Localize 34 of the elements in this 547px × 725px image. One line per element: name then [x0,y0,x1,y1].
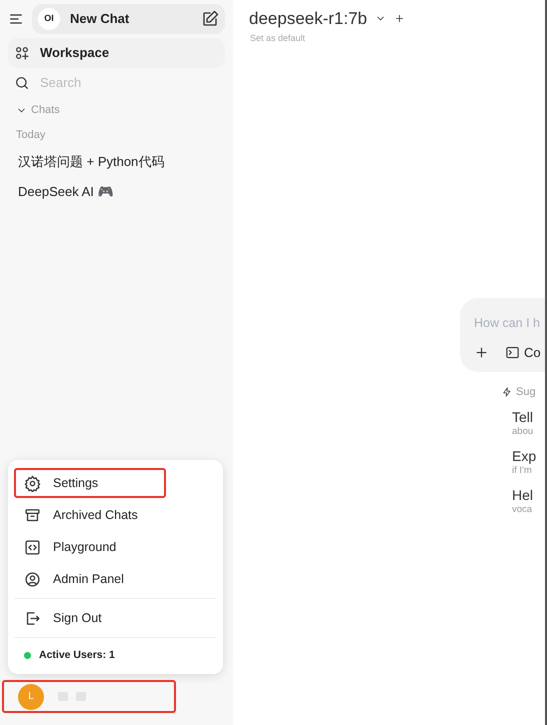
lightning-icon [502,387,512,398]
suggestion-item[interactable]: Exp if I'm [512,448,536,479]
suggested-heading: Sug [516,385,536,400]
chat-item[interactable]: DeepSeek AI 🎮 [8,176,225,206]
plus-icon [474,345,489,360]
active-users-label: Active Users: 1 [39,648,115,663]
terminal-icon [505,345,520,360]
grid-icon [14,45,30,61]
avatar: L [18,684,44,710]
edit-icon [201,10,219,28]
suggestion-item[interactable]: Hel voca [512,486,536,518]
search-field[interactable]: Search [40,73,190,93]
user-circle-icon [24,570,41,588]
model-selector[interactable]: deepseek-r1:7b [249,6,368,32]
gear-icon [24,474,41,492]
tool-button[interactable]: Co [505,343,541,362]
code-icon [24,538,41,556]
menu-item[interactable]: Settings [14,468,166,498]
menu-item[interactable]: Playground [14,532,217,562]
new-chat-label: New Chat [70,10,130,28]
menu-item[interactable]: Admin Panel [14,564,217,594]
plus-icon [394,13,406,24]
chat-item[interactable]: 汉诺塔问题 + Python代码 [8,147,225,176]
menu-item[interactable]: Sign Out [14,603,217,633]
menu-item[interactable]: Archived Chats [14,500,217,530]
archive-box-icon [24,506,41,524]
workspace-item[interactable]: Workspace [8,38,225,68]
suggestion-item[interactable]: Tell abou [512,408,536,440]
group-label: Today [15,128,46,142]
sign-out-icon [24,610,41,626]
logo: OI [38,8,60,30]
search-icon [14,75,30,91]
new-chat-button[interactable]: OI New Chat [32,4,225,34]
message-field[interactable]: How can I h [474,314,545,333]
